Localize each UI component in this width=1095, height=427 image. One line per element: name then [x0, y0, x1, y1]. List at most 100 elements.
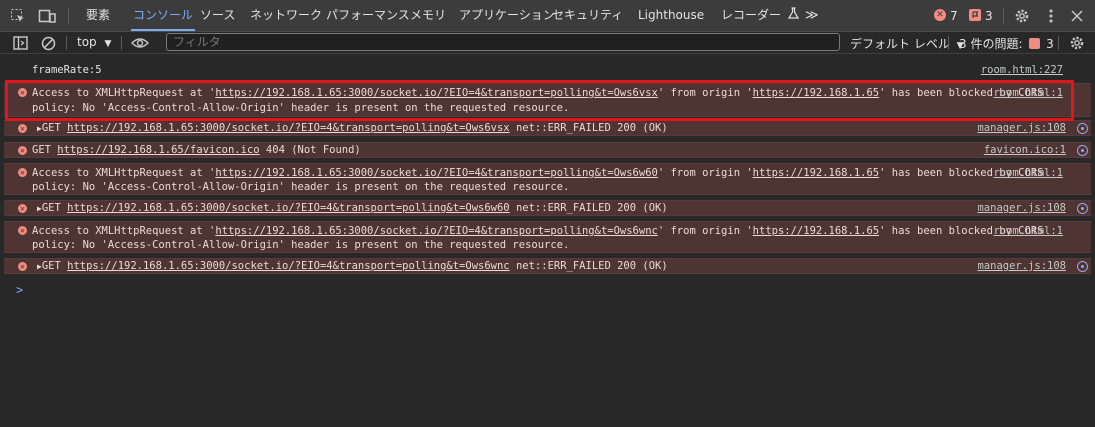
status-text: net::ERR_FAILED 200 (OK): [515, 260, 668, 272]
network-globe-icon[interactable]: [1077, 203, 1088, 214]
cors-error-row: ✕ Access to XMLHttpRequest at 'https://1…: [4, 163, 1091, 195]
tab-sources[interactable]: ソース: [198, 0, 237, 31]
msg-fragment: ' from origin ': [657, 167, 753, 179]
error-circle-icon: ✕: [18, 168, 27, 177]
request-url-link[interactable]: https://192.168.1.65:3000/socket.io/?EIO…: [67, 122, 510, 134]
issue-flag-icon: [1029, 38, 1041, 49]
error-circle-icon: ✕: [18, 204, 27, 213]
log-text: frameRate:5: [32, 64, 102, 76]
issue-count[interactable]: 3: [985, 9, 993, 23]
tab-lighthouse[interactable]: Lighthouse: [636, 0, 706, 31]
tab-security[interactable]: セキュリティ: [550, 0, 625, 31]
request-url-link[interactable]: https://192.168.1.65/favicon.ico: [57, 144, 259, 156]
error-message: ▶GET https://192.168.1.65:3000/socket.io…: [37, 202, 668, 214]
source-link[interactable]: room.html:1: [993, 225, 1063, 237]
log-levels-dropdown[interactable]: デフォルト レベル ▼: [850, 35, 964, 52]
divider: [1003, 8, 1004, 24]
error-message-line2: policy: No 'Access-Control-Allow-Origin'…: [32, 239, 570, 251]
issues-label: 3 件の問題:: [959, 37, 1023, 51]
error-message-line2: policy: No 'Access-Control-Allow-Origin'…: [32, 181, 570, 193]
request-url-link[interactable]: https://192.168.1.65:3000/socket.io/?EIO…: [215, 87, 658, 99]
msg-fragment: GET: [41, 202, 61, 214]
kebab-menu-icon[interactable]: [1042, 7, 1060, 25]
log-message-row: frameRate:5 room.html:227: [4, 64, 1091, 78]
source-link[interactable]: manager.js:108: [977, 202, 1066, 214]
status-text: net::ERR_FAILED 200 (OK): [515, 202, 668, 214]
source-link[interactable]: room.html:227: [981, 64, 1063, 76]
context-label: top: [77, 35, 97, 49]
error-message: ▶GET https://192.168.1.65:3000/socket.io…: [37, 260, 668, 272]
issues-button[interactable]: 3 件の問題: 3: [959, 35, 1054, 52]
network-globe-icon[interactable]: [1077, 123, 1088, 134]
divider: [66, 36, 67, 50]
tab-recorder-label: レコーダー: [721, 8, 782, 22]
error-count[interactable]: 7: [950, 9, 958, 23]
tab-console[interactable]: コンソール: [131, 0, 196, 31]
error-circle-icon: ✕: [18, 226, 27, 235]
error-circle-icon[interactable]: ✕: [934, 9, 946, 21]
tab-recorder[interactable]: レコーダー: [719, 0, 801, 31]
tab-elements[interactable]: 要素: [84, 0, 112, 31]
request-url-link[interactable]: https://192.168.1.65:3000/socket.io/?EIO…: [215, 167, 658, 179]
inspect-element-icon[interactable]: [9, 7, 27, 25]
error-circle-icon: ✕: [18, 88, 27, 97]
tab-network[interactable]: ネットワーク: [248, 0, 324, 31]
origin-link[interactable]: https://192.168.1.65: [753, 225, 879, 237]
console-prompt[interactable]: >: [16, 283, 23, 297]
device-toolbar-icon[interactable]: [38, 7, 56, 25]
network-globe-icon[interactable]: [1077, 145, 1088, 156]
clear-console-icon[interactable]: [39, 34, 57, 52]
devtools-tab-bar: 要素 コンソール ソース ネットワーク パフォーマンス メモリ アプリケーション…: [0, 0, 1095, 32]
source-link[interactable]: manager.js:108: [977, 122, 1066, 134]
msg-fragment: GET: [41, 122, 61, 134]
dropdown-arrow-icon: ▼: [104, 39, 112, 49]
msg-fragment: Access to XMLHttpRequest at ': [32, 167, 216, 179]
origin-link[interactable]: https://192.168.1.65: [753, 167, 879, 179]
divider: [948, 36, 949, 50]
error-message-line2: policy: No 'Access-Control-Allow-Origin'…: [32, 102, 570, 114]
error-message-line1: Access to XMLHttpRequest at 'https://192…: [32, 167, 1043, 179]
msg-fragment: Access to XMLHttpRequest at ': [32, 225, 216, 237]
error-circle-icon: ✕: [18, 124, 27, 133]
network-error-row[interactable]: ✕ ▶GET https://192.168.1.65:3000/socket.…: [4, 200, 1091, 216]
sidebar-toggle-icon[interactable]: [11, 34, 29, 52]
status-text: 404 (Not Found): [265, 144, 361, 156]
divider: [121, 36, 122, 50]
close-icon[interactable]: [1068, 7, 1086, 25]
source-link[interactable]: manager.js:108: [977, 260, 1066, 272]
network-error-row[interactable]: ✕ ▶GET https://192.168.1.65:3000/socket.…: [4, 120, 1091, 136]
more-tabs-button[interactable]: ≫: [803, 0, 821, 31]
origin-link[interactable]: https://192.168.1.65: [753, 87, 879, 99]
tab-application[interactable]: アプリケーション: [457, 0, 557, 31]
eye-icon[interactable]: [131, 34, 149, 52]
network-error-row[interactable]: ✕ ▶GET https://192.168.1.65:3000/socket.…: [4, 258, 1091, 274]
tab-performance[interactable]: パフォーマンス: [324, 0, 412, 31]
cors-error-row: ✕ Access to XMLHttpRequest at 'https://1…: [4, 83, 1091, 117]
source-link[interactable]: favicon.ico:1: [984, 144, 1066, 156]
request-url-link[interactable]: https://192.168.1.65:3000/socket.io/?EIO…: [67, 260, 510, 272]
issue-flag-icon[interactable]: [969, 9, 981, 21]
context-selector[interactable]: top ▼: [77, 35, 111, 49]
console-log: frameRate:5 room.html:227 ✕ Access to XM…: [4, 57, 1091, 427]
filter-input[interactable]: [166, 33, 840, 51]
console-settings-gear-icon[interactable]: [1068, 34, 1086, 52]
network-globe-icon[interactable]: [1077, 261, 1088, 272]
log-levels-label: デフォルト レベル: [850, 37, 950, 51]
divider: [1058, 36, 1059, 50]
error-message: GET https://192.168.1.65/favicon.ico 404…: [32, 144, 361, 156]
msg-fragment: Access to XMLHttpRequest at ': [32, 87, 216, 99]
error-message-line1: Access to XMLHttpRequest at 'https://192…: [32, 87, 1043, 99]
network-error-row: ✕ GET https://192.168.1.65/favicon.ico 4…: [4, 142, 1091, 158]
source-link[interactable]: room.html:1: [993, 87, 1063, 99]
console-toolbar: top ▼ デフォルト レベル ▼ 3 件の問題: 3: [0, 32, 1095, 54]
request-url-link[interactable]: https://192.168.1.65:3000/socket.io/?EIO…: [215, 225, 658, 237]
issues-badge: 3: [1046, 37, 1054, 51]
cors-error-row: ✕ Access to XMLHttpRequest at 'https://1…: [4, 221, 1091, 253]
status-text: net::ERR_FAILED 200 (OK): [515, 122, 668, 134]
gear-icon[interactable]: [1013, 7, 1031, 25]
source-link[interactable]: room.html:1: [993, 167, 1063, 179]
tab-memory[interactable]: メモリ: [408, 0, 448, 31]
request-url-link[interactable]: https://192.168.1.65:3000/socket.io/?EIO…: [67, 202, 510, 214]
msg-fragment: GET: [41, 260, 61, 272]
divider: [68, 8, 69, 24]
